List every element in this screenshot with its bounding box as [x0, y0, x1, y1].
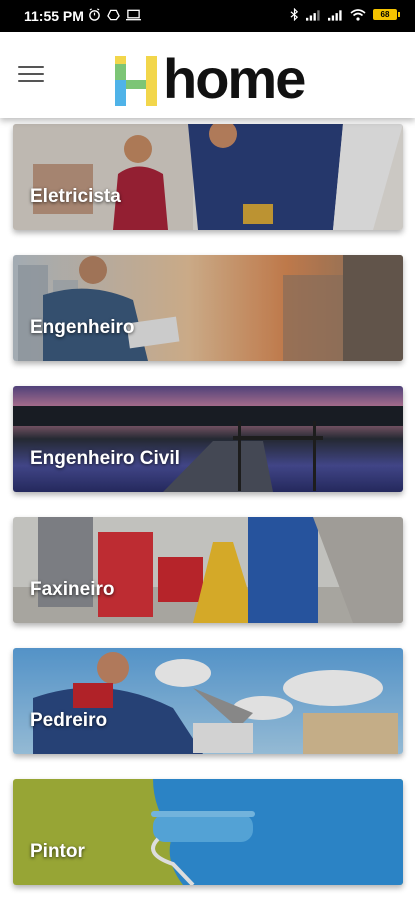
- category-label: Pintor: [30, 841, 85, 862]
- category-label: Pedreiro: [30, 710, 108, 731]
- category-label: Engenheiro Civil: [30, 448, 180, 469]
- app-header: home: [0, 32, 415, 118]
- category-label: Eletricista: [30, 186, 121, 207]
- hamburger-menu-icon[interactable]: [18, 62, 44, 86]
- category-label: Engenheiro: [30, 317, 135, 338]
- app-logo: home: [113, 42, 306, 110]
- logo-text: home: [163, 47, 306, 110]
- engenheiro-image: [13, 255, 403, 361]
- wifi-icon: [350, 8, 366, 21]
- alarm-icon: [89, 8, 100, 21]
- category-card-eletricista[interactable]: Eletricista: [13, 124, 403, 230]
- status-time: 11:55 PM: [24, 8, 84, 24]
- category-card-engenheiro[interactable]: Engenheiro: [13, 255, 403, 361]
- category-card-pedreiro[interactable]: Pedreiro: [13, 648, 403, 754]
- bluetooth-icon: [290, 8, 299, 21]
- category-card-pintor[interactable]: Pintor: [13, 779, 403, 885]
- status-right-icons: 68: [290, 8, 400, 21]
- eletricista-image: [13, 124, 403, 230]
- pintor-image: [13, 779, 403, 885]
- logo-h-mark: [115, 56, 157, 106]
- status-left-icons: [88, 8, 141, 21]
- battery-icon: 68: [373, 9, 400, 20]
- category-card-engenheiro-civil[interactable]: Engenheiro Civil: [13, 386, 403, 492]
- category-label: Faxineiro: [30, 579, 115, 600]
- engenheiro-civil-image: [13, 386, 403, 492]
- category-list: Eletricista Engenheiro Engenheiro Civil …: [13, 124, 403, 910]
- signal-icon: [328, 9, 342, 21]
- faxineiro-image: [13, 517, 403, 623]
- signal-icon: [306, 9, 320, 21]
- pedreiro-image: [13, 648, 403, 754]
- category-card-faxineiro[interactable]: Faxineiro: [13, 517, 403, 623]
- status-bar: 11:55 PM 68: [0, 0, 415, 32]
- laptop-icon: [126, 9, 141, 20]
- drive-icon: [107, 9, 120, 20]
